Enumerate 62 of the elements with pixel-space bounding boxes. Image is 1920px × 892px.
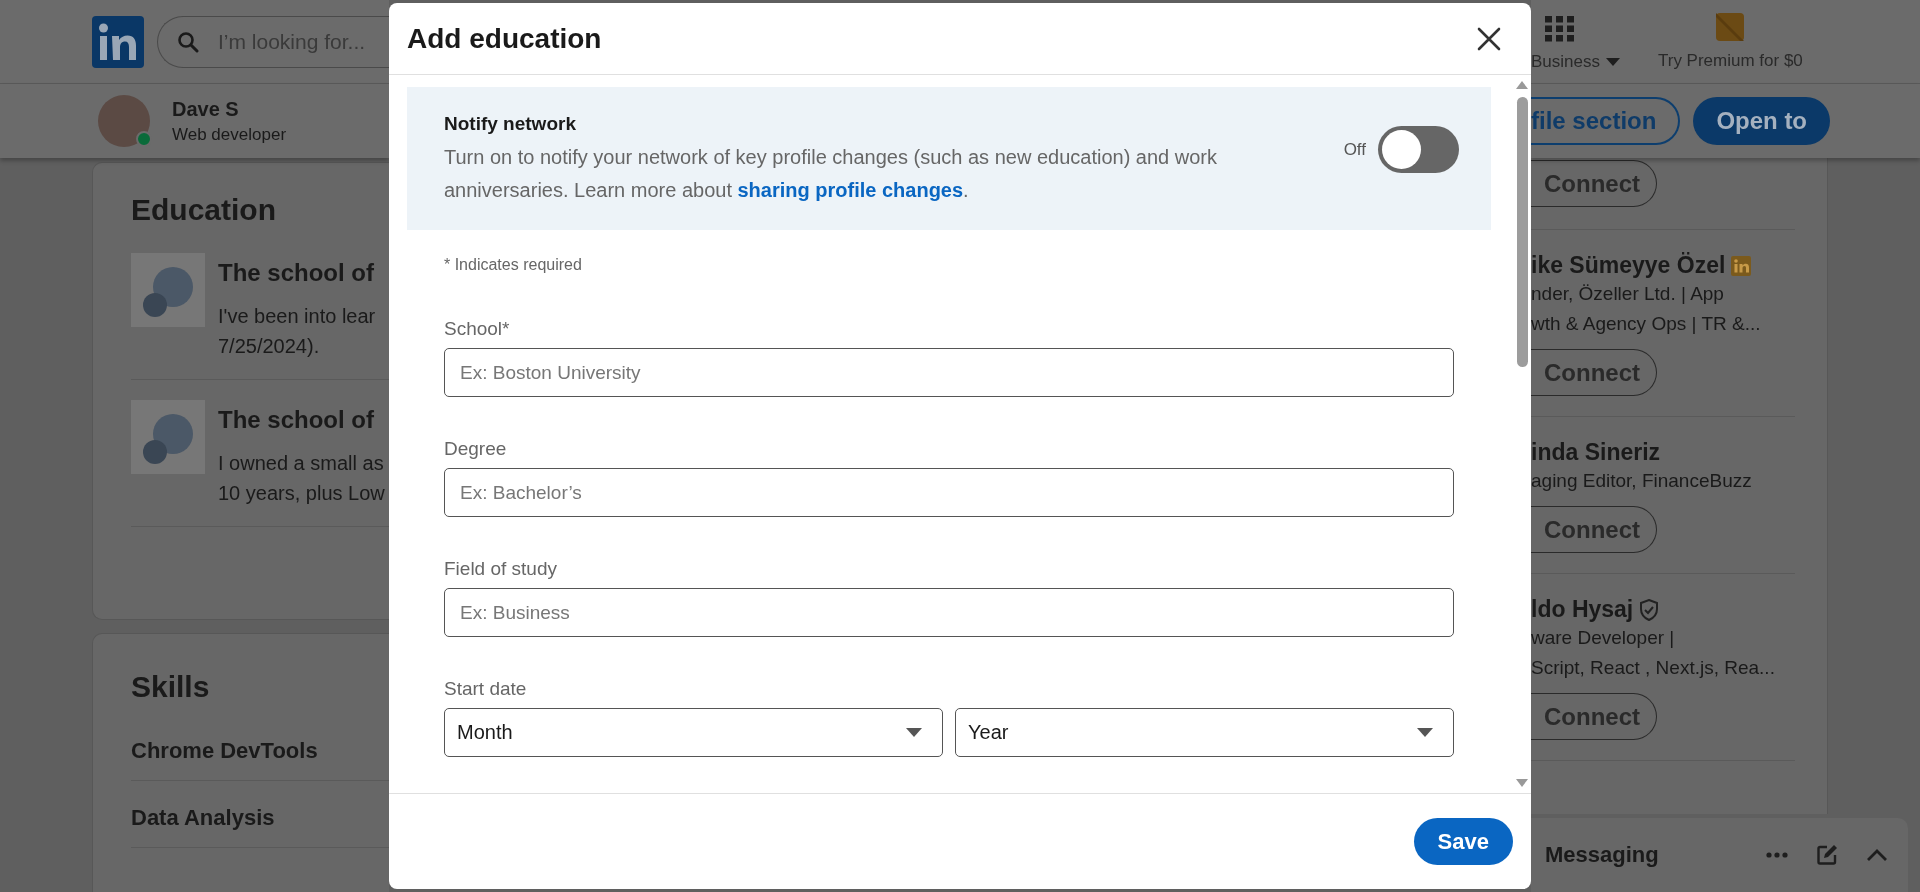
- school-logo-icon: [131, 400, 205, 474]
- description-text: 7/25/2024).: [218, 334, 321, 359]
- compose-icon[interactable]: [1816, 844, 1838, 866]
- field-label: Degree: [444, 438, 508, 460]
- field-label: Field of study: [444, 558, 558, 580]
- person-name: inda Sineriz: [1531, 439, 1661, 466]
- logo-icon[interactable]: [92, 15, 144, 68]
- field-label: Start date: [444, 678, 528, 700]
- section-title: Education: [131, 193, 277, 227]
- grid-icon[interactable]: [1545, 15, 1575, 42]
- caret-icon: [1417, 728, 1433, 737]
- school-name: The school of: [218, 406, 375, 434]
- person-headline: ware Developer |: [1531, 626, 1676, 650]
- sharing-link[interactable]: sharing profile changes: [737, 179, 964, 201]
- section-title: Skills: [131, 670, 211, 704]
- skill-name: Data Analysis: [131, 805, 275, 830]
- person-name: ike Sümeyye Özel: [1531, 252, 1726, 279]
- description-text: 10 years, plus Low: [218, 481, 385, 506]
- person-headline: nder, Özeller Ltd. | App: [1531, 282, 1725, 306]
- scroll-down-icon[interactable]: [1516, 779, 1528, 787]
- notify-description: Turn on to notify your network of key profile changes (such as new education) and work anniversaries. Learn more about sharing profile changes.: [444, 145, 1218, 203]
- more-icon[interactable]: [1766, 852, 1788, 858]
- input-field[interactable]: Ex: Boston University: [444, 348, 1454, 397]
- caret-icon: [1606, 57, 1620, 66]
- dropdown[interactable]: Year: [955, 708, 1454, 757]
- dropdown[interactable]: Month: [444, 708, 943, 757]
- required-note: * Indicates required: [444, 256, 583, 274]
- skill-name: Chrome DevTools: [131, 738, 318, 763]
- input-field[interactable]: Ex: Business: [444, 588, 1454, 637]
- school-name: The school of: [218, 259, 375, 287]
- premium-icon[interactable]: [1716, 12, 1745, 41]
- messaging-label: Messaging: [1545, 842, 1659, 868]
- business-menu[interactable]: Business: [1531, 51, 1620, 72]
- verified-shield-icon: [1639, 598, 1660, 621]
- scroll-up-icon[interactable]: [1516, 81, 1528, 89]
- profile-headline: Web developer: [172, 124, 287, 145]
- profile-name: Dave S: [172, 97, 240, 121]
- avatar: [98, 95, 150, 147]
- add-section-button[interactable]: file section: [1531, 97, 1681, 145]
- person-headline: aging Editor, FinanceBuzz: [1531, 469, 1753, 493]
- premium-badge-icon: [1731, 255, 1752, 276]
- notify-toggle[interactable]: [1378, 126, 1459, 173]
- description-text: I owned a small as: [218, 451, 385, 476]
- school-logo-icon: [131, 253, 205, 327]
- messaging-bar[interactable]: Messaging: [1531, 818, 1908, 892]
- close-icon: [1477, 26, 1501, 51]
- person-headline: Script, React , Next.js, Rea...: [1531, 656, 1776, 680]
- person-headline: wth & Agency Ops | TR &...: [1531, 312, 1762, 336]
- caret-icon: [906, 728, 922, 737]
- search-icon: [177, 30, 199, 53]
- premium-link[interactable]: Try Premium for $0: [1658, 50, 1803, 71]
- notify-title: Notify network: [444, 113, 577, 135]
- save-button[interactable]: Save: [1413, 818, 1513, 865]
- scrollbar-thumb[interactable]: [1516, 97, 1528, 367]
- description-text: I've been into lear: [218, 304, 376, 329]
- field-label: School*: [444, 318, 511, 340]
- dialog-title: Add education: [407, 22, 602, 55]
- chevron-up-icon[interactable]: [1866, 848, 1888, 862]
- open-to-button[interactable]: Open to: [1693, 97, 1831, 145]
- input-field[interactable]: Ex: Bachelor’s: [444, 468, 1454, 517]
- toggle-label: Off: [1343, 139, 1366, 160]
- person-name: ldo Hysaj: [1531, 596, 1634, 623]
